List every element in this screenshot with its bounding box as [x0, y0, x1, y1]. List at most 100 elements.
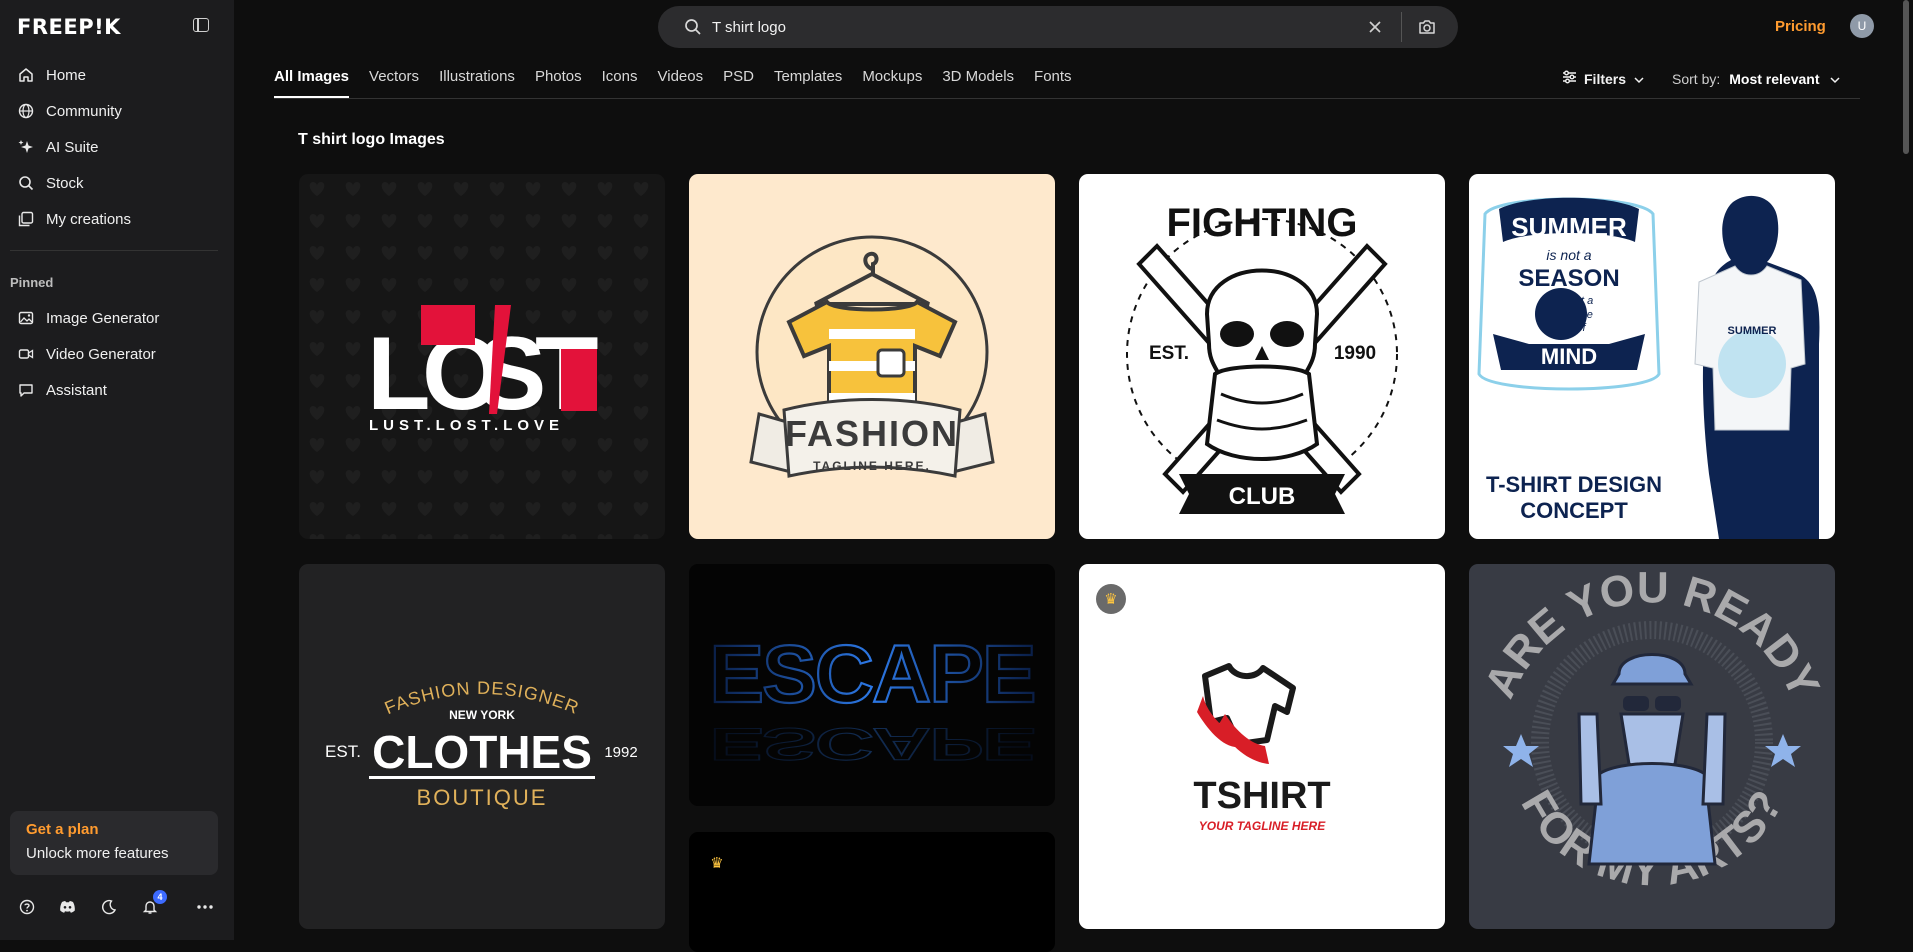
pricing-link[interactable]: Pricing [1775, 18, 1826, 35]
premium-crown-icon: ♛ [1096, 584, 1126, 614]
pinned-nav: Image Generator Video Generator Assistan… [10, 300, 218, 408]
escape-text-image: ESCAPE ESCAPE [708, 628, 1037, 770]
freepik-logo[interactable]: FREEP!K [17, 15, 121, 39]
filters-button[interactable]: Filters [1562, 70, 1645, 87]
result-card-dark[interactable]: ♛ [689, 832, 1055, 952]
tab-photos[interactable]: Photos [535, 68, 582, 98]
fighting-club-text: CLUB [1229, 483, 1296, 510]
sidebar-item-label: Assistant [46, 381, 107, 399]
sidebar-item-video-generator[interactable]: Video Generator [10, 336, 218, 372]
search-divider [1401, 12, 1402, 42]
clothes-city: NEW YORK [449, 708, 515, 722]
summer-design-sub: CONCEPT [1520, 498, 1628, 523]
result-card-ready[interactable]: ARE YOU READY FOR MY ARTS? [1469, 564, 1835, 929]
tab-videos[interactable]: Videos [658, 68, 704, 98]
sidebar-item-my-creations[interactable]: My creations [10, 201, 218, 237]
clothes-year: 1992 [604, 744, 637, 761]
sidebar-toggle-icon[interactable] [193, 18, 209, 32]
plan-subtitle: Unlock more features [26, 845, 169, 862]
sidebar-item-home[interactable]: Home [10, 57, 218, 93]
globe-icon [18, 103, 34, 119]
escape-title: ESCAPE [709, 629, 1034, 720]
chevron-down-icon [1633, 71, 1645, 87]
tab-fonts[interactable]: Fonts [1034, 68, 1072, 98]
tab-psd[interactable]: PSD [723, 68, 754, 98]
sidebar-item-label: Stock [46, 174, 84, 192]
result-card-clothes[interactable]: FASHION DESIGNER NEW YORK EST. CLOTHES 1… [299, 564, 665, 929]
sidebar-item-image-generator[interactable]: Image Generator [10, 300, 218, 336]
summer-mind: MIND [1541, 344, 1597, 369]
sparkle-icon [18, 139, 34, 155]
main-content: T shirt logo Pricing U All Images Vector… [234, 0, 1913, 952]
image-icon [18, 310, 34, 326]
escape-reflection: ESCAPE [709, 718, 1034, 768]
search-input[interactable]: T shirt logo [712, 19, 1367, 36]
more-icon[interactable] [196, 898, 213, 915]
chevron-down-icon [1829, 71, 1841, 87]
chat-icon [18, 382, 34, 398]
tab-icons[interactable]: Icons [602, 68, 638, 98]
sidebar-item-community[interactable]: Community [10, 93, 218, 129]
fashion-tagline: TAGLINE HERE. [813, 459, 931, 473]
help-icon[interactable] [18, 898, 35, 915]
fighting-title: FIGHTING [1166, 201, 1357, 245]
plan-title: Get a plan [26, 821, 99, 838]
sidebar-item-label: Home [46, 66, 87, 84]
tab-all-images[interactable]: All Images [274, 68, 350, 98]
tab-vectors[interactable]: Vectors [369, 68, 419, 98]
fighting-year: 1990 [1334, 343, 1376, 364]
result-card-fighting-club[interactable]: FIGHTING EST. 1990 CLUB [1079, 174, 1445, 539]
clothes-title: CLOTHES [372, 726, 592, 778]
filters-label: Filters [1584, 70, 1627, 87]
folder-icon [18, 211, 34, 227]
discord-icon[interactable] [59, 898, 76, 915]
sidebar-divider [10, 250, 218, 251]
tab-illustrations[interactable]: Illustrations [439, 68, 515, 98]
bell-icon[interactable]: 4 [141, 890, 167, 915]
sidebar-item-assistant[interactable]: Assistant [10, 372, 218, 408]
tab-templates[interactable]: Templates [774, 68, 842, 98]
search-icon [18, 175, 34, 191]
main-nav: Home Community AI Suite Stock My creatio… [10, 57, 218, 237]
sort-label: Sort by: [1672, 71, 1721, 87]
summer-season: SEASON [1518, 265, 1619, 292]
pinned-label: Pinned [10, 275, 54, 290]
summer-shirt-print: SUMMER [1728, 325, 1777, 337]
results-heading: T shirt logo Images [298, 131, 445, 148]
sort-dropdown[interactable]: Sort by: Most relevant [1672, 71, 1841, 87]
page-scrollbar[interactable] [1903, 0, 1909, 154]
sidebar-item-label: Image Generator [46, 309, 160, 327]
moon-icon[interactable] [100, 898, 117, 915]
sidebar-item-ai-suite[interactable]: AI Suite [10, 129, 218, 165]
video-icon [18, 346, 34, 362]
summer-isnota: is not a [1546, 247, 1591, 263]
sidebar-item-stock[interactable]: Stock [10, 165, 218, 201]
notification-badge: 4 [153, 890, 167, 904]
clothes-est: EST. [325, 742, 361, 761]
sort-value: Most relevant [1729, 71, 1820, 87]
tab-mockups[interactable]: Mockups [862, 68, 922, 98]
result-card-escape[interactable]: ESCAPE ESCAPE [689, 564, 1055, 806]
tab-3d-models[interactable]: 3D Models [942, 68, 1014, 98]
result-card-summer[interactable]: SUMMER is not a SEASON but a state of MI… [1469, 174, 1835, 539]
get-plan-card[interactable]: Get a plan Unlock more features [10, 811, 218, 875]
clear-search-icon[interactable] [1367, 19, 1383, 35]
ready-artwork-image: ARE YOU READY FOR MY ARTS? [1475, 564, 1829, 896]
sidebar-item-label: Community [46, 102, 122, 120]
premium-crown-icon: ♛ [710, 855, 724, 872]
result-card-fashion[interactable]: FASHION TAGLINE HERE. [689, 174, 1055, 539]
summer-tshirt-image: SUMMER is not a SEASON but a state of MI… [1477, 195, 1820, 539]
result-card-tshirt[interactable]: ♛ TSHIRT YOUR TAGLINE HERE [1079, 564, 1445, 929]
summer-title: SUMMER [1511, 212, 1627, 242]
avatar[interactable]: U [1850, 14, 1874, 38]
clothes-boutique-image: FASHION DESIGNER NEW YORK EST. CLOTHES 1… [325, 678, 638, 810]
fighting-club-image: FIGHTING EST. 1990 CLUB [1126, 201, 1398, 514]
fighting-est: EST. [1149, 343, 1189, 364]
result-card-lust[interactable]: L O S T LUST.LOST.LOVE [299, 174, 665, 539]
category-tabs: All Images Vectors Illustrations Photos … [274, 68, 1092, 98]
sidebar-footer: 4 [18, 890, 213, 915]
search-icon [684, 18, 702, 36]
search-bar[interactable]: T shirt logo [658, 6, 1458, 48]
filters-icon [1562, 70, 1577, 87]
camera-search-icon[interactable] [1418, 18, 1436, 36]
